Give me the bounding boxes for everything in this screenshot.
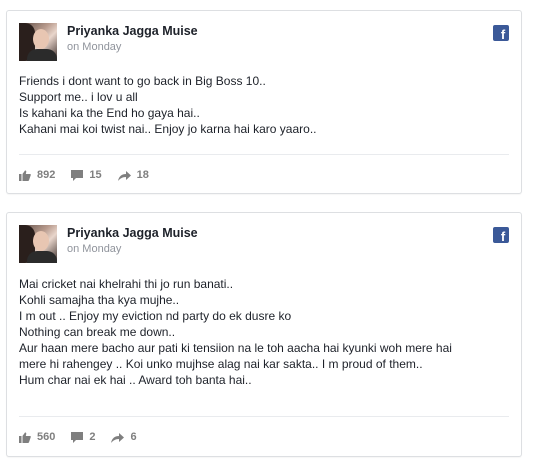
engagement-stats: 560 2 6 [19,429,153,445]
engagement-stats: 892 15 18 [19,167,165,183]
comment-bubble-icon [71,169,84,181]
like-count[interactable]: 892 [19,169,55,181]
post-text-line: Hum char nai ek hai .. Award toh banta h… [19,373,252,387]
share-count[interactable]: 18 [117,169,149,181]
post-text-line: Support me.. i lov u all [19,90,138,104]
like-count-value: 560 [37,431,56,443]
facebook-icon[interactable]: f [493,227,509,243]
post-header: Priyanka Jagga Muise on Monday f [19,225,509,265]
post-text-line: Nothing can break me down.. [19,325,176,339]
like-count[interactable]: 560 [19,431,55,443]
avatar[interactable] [19,23,57,61]
post-text-line: Kahani mai koi twist nai.. Enjoy jo karn… [19,122,317,136]
share-count[interactable]: 6 [111,431,137,443]
divider [19,154,509,155]
avatar[interactable] [19,225,57,263]
post-text-line: Friends i dont want to go back in Big Bo… [19,74,266,88]
share-arrow-icon [111,432,125,443]
divider [19,416,509,417]
post-text-line: Kohli samajha tha kya mujhe.. [19,293,180,307]
post-text-line: I m out .. Enjoy my eviction nd party do… [19,309,292,323]
comment-bubble-icon [71,431,84,443]
comment-count-value: 15 [89,169,102,181]
post-text: Mai cricket nai khelrahi thi jo run bana… [19,276,509,388]
share-count-value: 18 [136,169,149,181]
author-name[interactable]: Priyanka Jagga Muise [67,24,198,38]
thumbs-up-icon [19,431,31,443]
post-text-line: Mai cricket nai khelrahi thi jo run bana… [19,277,234,291]
post-text: Friends i dont want to go back in Big Bo… [19,73,509,137]
thumbs-up-icon [19,169,31,181]
like-count-value: 892 [37,169,56,181]
post-text-line: Aur haan mere bacho aur pati ki tensiion… [19,341,452,355]
share-arrow-icon [117,170,131,181]
share-count-value: 6 [130,431,137,443]
post-date[interactable]: on Monday [67,243,121,255]
comment-count[interactable]: 2 [71,431,95,443]
post-date[interactable]: on Monday [67,41,121,53]
post-text-line: Is kahani ka the End ho gaya hai.. [19,106,200,120]
post-header: Priyanka Jagga Muise on Monday f [19,23,509,63]
post-card: Priyanka Jagga Muise on Monday f Mai cri… [6,212,522,457]
author-name[interactable]: Priyanka Jagga Muise [67,226,198,240]
post-card: Priyanka Jagga Muise on Monday f Friends… [6,10,522,194]
facebook-icon[interactable]: f [493,25,509,41]
comment-count-value: 2 [89,431,96,443]
post-text-line: mere hi rahengey .. Koi unko mujhse alag… [19,357,423,371]
comment-count[interactable]: 15 [71,169,102,181]
